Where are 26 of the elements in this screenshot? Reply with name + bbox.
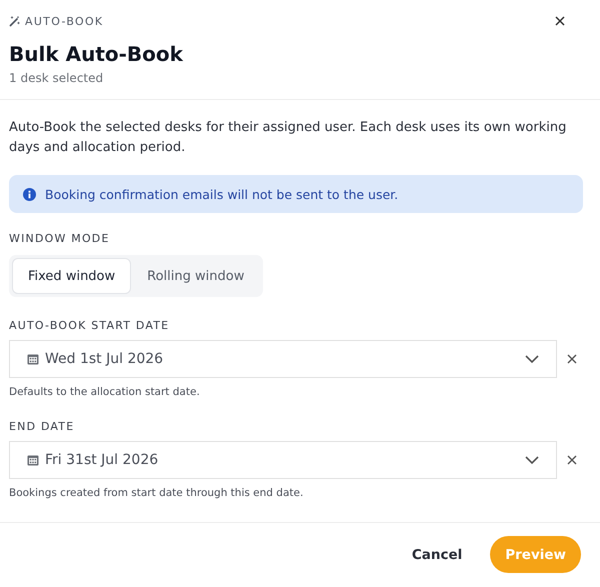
info-message: Booking confirmation emails will not be sent to the user. xyxy=(45,186,398,202)
date-value: Fri 31st Jul 2026 xyxy=(45,452,158,468)
info-icon xyxy=(23,188,36,200)
mode-option[interactable]: Fixed window xyxy=(12,258,132,294)
date-field[interactable]: Fri 31st Jul 2026 xyxy=(9,441,557,479)
close-icon xyxy=(567,354,577,364)
selection-count: 1 desk selected xyxy=(9,71,104,85)
chevron-down-icon xyxy=(525,456,539,464)
magic-wand-icon xyxy=(9,15,21,27)
description-text: Auto-Book the selected desks for their assigned user. Each desk uses its own working days and allocation period. xyxy=(9,119,568,157)
date-field[interactable]: Wed 1st Jul 2026 xyxy=(9,340,557,378)
cancel-button[interactable]: Cancel xyxy=(406,536,468,573)
date-value: Wed 1st Jul 2026 xyxy=(45,351,164,367)
field-hint: Bookings created from start date through this end date. xyxy=(9,487,304,499)
calendar-icon xyxy=(27,454,39,466)
field-label: AUTO-BOOK START DATE xyxy=(9,319,170,332)
dialog-eyebrow: AUTO-BOOK xyxy=(25,14,104,28)
field-hint: Defaults to the allocation start date. xyxy=(9,386,201,398)
chevron-down-icon xyxy=(525,355,539,363)
mode-option[interactable]: Rolling window xyxy=(131,258,260,294)
close-icon xyxy=(555,16,565,26)
field-label: END DATE xyxy=(9,420,76,433)
dialog-title: Bulk Auto-Book xyxy=(9,42,184,66)
section-label: WINDOW MODE xyxy=(9,232,111,245)
close-icon xyxy=(567,455,577,465)
calendar-icon xyxy=(27,353,39,365)
